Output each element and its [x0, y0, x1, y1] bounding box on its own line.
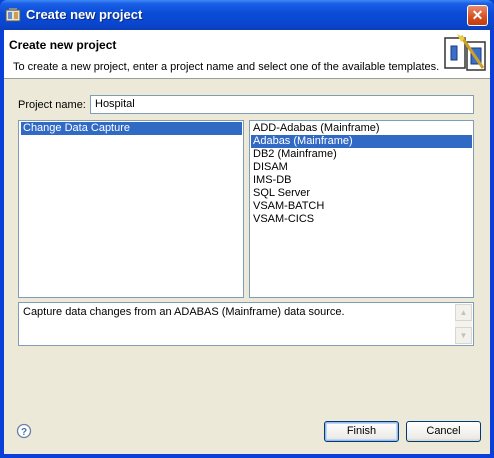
scroll-down-button[interactable]: ▼: [455, 327, 472, 344]
project-name-input[interactable]: Hospital: [90, 95, 474, 114]
svg-text:?: ?: [21, 427, 27, 438]
banner-title: Create new project: [9, 38, 117, 52]
cancel-button[interactable]: Cancel: [406, 421, 481, 442]
dialog-body: Create new project To create a new proje…: [4, 30, 490, 454]
scroll-up-button[interactable]: ▲: [455, 304, 472, 321]
project-name-label: Project name:: [18, 99, 86, 111]
banner-description: To create a new project, enter a project…: [13, 61, 440, 73]
wizard-banner: Create new project To create a new proje…: [4, 30, 490, 79]
list-item[interactable]: SQL Server: [251, 187, 472, 200]
dialog-window: Create new project ✕ Create new project …: [0, 0, 494, 458]
category-list[interactable]: Change Data Capture: [18, 120, 244, 298]
help-icon[interactable]: ?: [16, 423, 32, 439]
list-item[interactable]: VSAM-CICS: [251, 213, 472, 226]
title-bar[interactable]: Create new project ✕: [0, 0, 494, 30]
list-item[interactable]: DB2 (Mainframe): [251, 148, 472, 161]
close-icon: ✕: [471, 7, 484, 23]
template-description: Capture data changes from an ADABAS (Mai…: [18, 302, 474, 346]
project-wizard-icon: [5, 8, 21, 22]
description-scrollbar[interactable]: ▲ ▼: [455, 304, 472, 344]
template-list[interactable]: ADD-Adabas (Mainframe) Adabas (Mainframe…: [249, 120, 474, 298]
list-item[interactable]: IMS-DB: [251, 174, 472, 187]
list-item[interactable]: DISAM: [251, 161, 472, 174]
list-item[interactable]: Adabas (Mainframe): [251, 135, 472, 148]
list-item[interactable]: VSAM-BATCH: [251, 200, 472, 213]
close-button[interactable]: ✕: [467, 5, 488, 26]
list-item[interactable]: ADD-Adabas (Mainframe): [251, 122, 472, 135]
list-item[interactable]: Change Data Capture: [21, 122, 242, 135]
template-description-text: Capture data changes from an ADABAS (Mai…: [23, 306, 345, 318]
window-title: Create new project: [26, 7, 143, 22]
finish-button[interactable]: Finish: [324, 421, 399, 442]
wizard-banner-icon: [444, 34, 486, 71]
